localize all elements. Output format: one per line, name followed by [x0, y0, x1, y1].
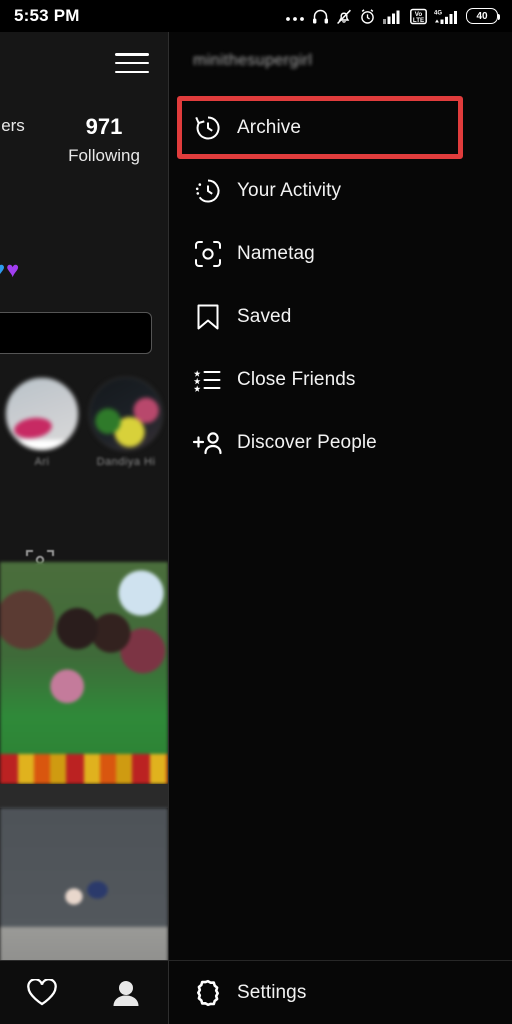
menu-item-nametag[interactable]: Nametag — [169, 222, 512, 285]
headphones-icon — [312, 8, 329, 25]
grid-divider — [0, 784, 168, 808]
star-list-icon — [191, 363, 225, 397]
stat-followers[interactable]: ers — [0, 112, 48, 140]
menu-item-settings[interactable]: Settings — [169, 960, 512, 1024]
signal-4g-icon: 4G — [434, 8, 459, 25]
grid-photo-detail — [0, 754, 168, 784]
highlight-thumbnail — [89, 377, 163, 451]
stat-following-count: 971 — [85, 114, 123, 139]
svg-text:4G: 4G — [434, 10, 442, 16]
profile-header: ers 971 Following ♥♥ Ari Dandiya Hi — [0, 32, 168, 576]
menu-item-label: Settings — [237, 981, 307, 1003]
highlight-item[interactable]: Dandiya Hi — [84, 377, 168, 468]
purple-heart-icon: ♥ — [6, 257, 21, 282]
options-drawer: minithesupergirl Archive Your Activity N… — [168, 32, 512, 1024]
menu-item-close-friends[interactable]: Close Friends — [169, 348, 512, 411]
grid-photo[interactable] — [0, 562, 168, 784]
drawer-menu: Archive Your Activity Nametag Saved Clos… — [169, 96, 512, 474]
menu-item-discover-people[interactable]: Discover People — [169, 411, 512, 474]
menu-item-label: Archive — [237, 116, 302, 138]
phone-screen: 5:53 PM Vo LTE 4G 40 ers 971 Following ♥… — [0, 0, 512, 1024]
menu-item-label: Close Friends — [237, 368, 356, 390]
battery-level: 40 — [476, 10, 488, 22]
svg-text:LTE: LTE — [413, 17, 424, 24]
activity-clock-icon — [191, 174, 225, 208]
highlight-label: Ari — [34, 456, 50, 468]
profile-stats: ers 971 Following — [0, 112, 168, 170]
highlight-item[interactable]: Ari — [0, 377, 84, 468]
profile-bio: ♥♥ — [0, 257, 20, 283]
drawer-username: minithesupergirl — [193, 52, 313, 69]
hamburger-line — [115, 61, 149, 65]
menu-item-label: Your Activity — [237, 179, 342, 201]
highlight-label: Dandiya Hi — [96, 456, 156, 468]
stat-followers-label: ers — [1, 116, 25, 135]
alarm-clock-icon — [359, 8, 376, 25]
status-bar: 5:53 PM Vo LTE 4G 40 — [0, 0, 512, 32]
ellipsis-icon — [285, 9, 305, 23]
nametag-icon — [191, 237, 225, 271]
story-highlights: Ari Dandiya Hi — [0, 377, 168, 468]
profile-screen-underlay: ers 971 Following ♥♥ Ari Dandiya Hi — [0, 32, 168, 1024]
menu-item-label: Saved — [237, 305, 292, 327]
hamburger-line — [115, 53, 149, 56]
bell-muted-icon — [336, 8, 352, 25]
highlight-thumbnail — [5, 377, 79, 451]
bottom-navigation — [0, 960, 168, 1024]
menu-item-archive[interactable]: Archive — [169, 96, 512, 159]
stat-following-label: Following — [68, 146, 140, 165]
status-bar-icons: Vo LTE 4G 40 — [285, 8, 500, 25]
menu-item-label: Discover People — [237, 431, 377, 453]
hamburger-line — [115, 70, 149, 73]
menu-item-label: Nametag — [237, 242, 315, 264]
activity-tab[interactable] — [0, 979, 84, 1006]
signal-bars-icon — [383, 8, 403, 24]
volte-icon: Vo LTE — [410, 8, 427, 25]
gear-icon — [191, 976, 225, 1010]
menu-item-your-activity[interactable]: Your Activity — [169, 159, 512, 222]
status-bar-clock: 5:53 PM — [14, 6, 80, 25]
bookmark-icon — [191, 300, 225, 334]
stat-following[interactable]: 971 Following — [48, 112, 160, 170]
photo-grid — [0, 562, 168, 1024]
person-add-icon — [191, 426, 225, 460]
menu-item-saved[interactable]: Saved — [169, 285, 512, 348]
edit-profile-button[interactable] — [0, 312, 152, 354]
profile-tab[interactable] — [84, 979, 168, 1007]
grid-photo[interactable] — [0, 808, 168, 972]
battery-icon: 40 — [466, 8, 500, 24]
archive-clock-icon — [191, 111, 225, 145]
hamburger-icon[interactable] — [115, 50, 149, 76]
